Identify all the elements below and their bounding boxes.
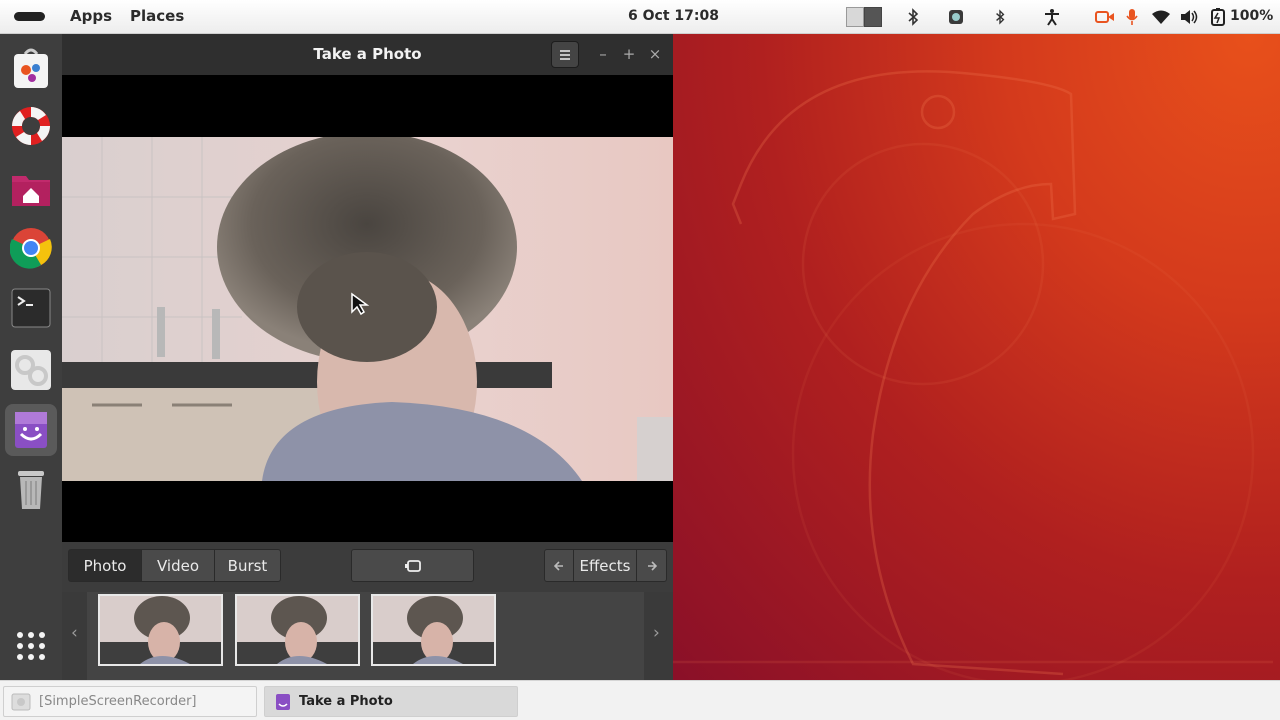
bluetooth-icon[interactable] bbox=[904, 6, 922, 28]
maximize-button[interactable]: + bbox=[620, 44, 638, 64]
window-title: Take a Photo bbox=[313, 45, 422, 63]
hamburger-menu-button[interactable] bbox=[551, 41, 579, 68]
minimize-button[interactable]: – bbox=[594, 44, 612, 64]
photo-thumbnail[interactable] bbox=[235, 594, 360, 666]
accessibility-icon[interactable] bbox=[1041, 6, 1063, 28]
thumbnail-well bbox=[87, 592, 644, 680]
thumbnails-scroll-right-icon[interactable]: › bbox=[653, 623, 660, 643]
activities-button[interactable] bbox=[14, 12, 45, 21]
arrow-left-icon bbox=[554, 560, 563, 571]
trash-icon[interactable] bbox=[5, 464, 57, 516]
screen-recorder-icon[interactable] bbox=[946, 6, 966, 28]
mode-toolbar: Photo Video Burst Effects bbox=[62, 542, 673, 592]
hamburger-icon bbox=[560, 49, 570, 60]
camera-viewport bbox=[62, 75, 673, 542]
arrow-right-icon bbox=[647, 560, 657, 571]
bluetooth-secondary-icon[interactable] bbox=[991, 6, 1009, 28]
mode-video-button[interactable]: Video bbox=[141, 549, 215, 582]
effects-prev-button[interactable] bbox=[544, 549, 574, 582]
take-photo-button[interactable] bbox=[351, 549, 474, 582]
task-label: Take a Photo bbox=[299, 694, 393, 709]
camera-preview bbox=[62, 137, 673, 481]
top-panel: Apps Places 6 Oct 17:08 100% bbox=[0, 0, 1280, 34]
screen-recorder-app-icon bbox=[11, 693, 31, 710]
home-folder-icon[interactable] bbox=[5, 164, 57, 216]
thumbnail-strip: ‹ › bbox=[62, 592, 673, 680]
battery-percentage: 100% bbox=[1230, 8, 1274, 24]
task-simplescreenrecorder[interactable]: [SimpleScreenRecorder] bbox=[3, 686, 257, 717]
camera-shutter-icon bbox=[404, 559, 421, 572]
apps-grid-icon[interactable] bbox=[5, 620, 57, 672]
terminal-icon[interactable] bbox=[5, 282, 57, 334]
ubuntu-mascot-watermark bbox=[673, 70, 1273, 680]
cheese-window: Take a Photo – + × Photo Video Burst Eff… bbox=[62, 34, 673, 680]
software-center-icon[interactable] bbox=[5, 42, 57, 94]
places-menu[interactable]: Places bbox=[130, 7, 184, 25]
photo-thumbnail[interactable] bbox=[371, 594, 496, 666]
settings-icon[interactable] bbox=[5, 344, 57, 396]
mode-photo-button[interactable]: Photo bbox=[68, 549, 142, 582]
apps-menu[interactable]: Apps bbox=[70, 7, 112, 25]
task-take-a-photo[interactable]: Take a Photo bbox=[264, 686, 518, 717]
battery-icon[interactable] bbox=[1209, 6, 1227, 28]
cheese-app-icon bbox=[276, 693, 290, 710]
clock[interactable]: 6 Oct 17:08 bbox=[628, 8, 719, 24]
task-label: [SimpleScreenRecorder] bbox=[39, 694, 197, 709]
chrome-icon[interactable] bbox=[5, 222, 57, 274]
window-list-taskbar: [SimpleScreenRecorder] Take a Photo bbox=[0, 680, 1280, 720]
help-icon[interactable] bbox=[5, 100, 57, 152]
photo-thumbnail[interactable] bbox=[98, 594, 223, 666]
volume-icon[interactable] bbox=[1178, 6, 1200, 28]
wifi-icon[interactable] bbox=[1150, 6, 1172, 28]
effects-button[interactable]: Effects bbox=[573, 549, 637, 582]
microphone-in-use-icon[interactable] bbox=[1123, 6, 1141, 28]
mode-burst-button[interactable]: Burst bbox=[214, 549, 281, 582]
camera-in-use-icon[interactable] bbox=[1094, 6, 1116, 28]
desktop-wallpaper bbox=[673, 34, 1280, 680]
workspace-switcher-icon[interactable] bbox=[845, 6, 883, 28]
close-button[interactable]: × bbox=[646, 44, 664, 64]
mouse-cursor-icon bbox=[351, 292, 370, 316]
thumbnails-scroll-left-icon[interactable]: ‹ bbox=[71, 623, 78, 643]
launcher-dock bbox=[0, 34, 62, 680]
effects-next-button[interactable] bbox=[636, 549, 667, 582]
window-headerbar: Take a Photo – + × bbox=[62, 34, 673, 75]
cheese-icon[interactable] bbox=[5, 404, 57, 456]
